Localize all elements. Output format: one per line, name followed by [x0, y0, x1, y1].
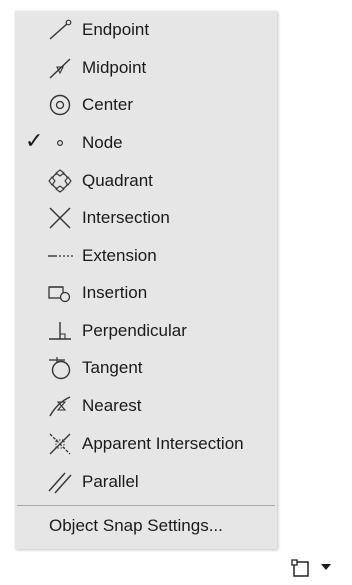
menu-item-label: Extension: [82, 246, 157, 265]
menu-separator: [17, 505, 275, 506]
midpoint-icon: [47, 55, 73, 81]
menu-item-nearest[interactable]: Nearest: [15, 387, 277, 424]
endpoint-icon: [47, 17, 73, 43]
node-icon: [47, 130, 73, 156]
menu-item-perpendicular[interactable]: Perpendicular: [15, 312, 277, 349]
tangent-icon: [47, 355, 73, 381]
insertion-icon: [47, 280, 73, 306]
menu-item-label: Insertion: [82, 283, 148, 302]
menu-item-label: Intersection: [82, 208, 170, 227]
menu-item-label: Object Snap Settings...: [49, 516, 223, 535]
menu-item-apparent-intersection[interactable]: Apparent Intersection: [15, 425, 277, 462]
check-mark-icon: ✓: [25, 129, 44, 154]
parallel-icon: [47, 469, 73, 495]
menu-item-label: Center: [82, 95, 134, 114]
menu-item-label: Perpendicular: [82, 321, 187, 340]
menu-item-label: Nearest: [82, 396, 142, 415]
object-snap-settings-item[interactable]: Object Snap Settings...: [15, 508, 277, 544]
nearest-icon: [47, 393, 73, 419]
menu-item-endpoint[interactable]: Endpoint: [15, 11, 277, 48]
menu-item-label: Midpoint: [82, 58, 147, 77]
quadrant-icon: [47, 168, 73, 194]
menu-item-parallel[interactable]: Parallel: [15, 463, 277, 500]
menu-item-quadrant[interactable]: Quadrant: [15, 162, 277, 199]
menu-item-label: Tangent: [82, 358, 143, 377]
menu-item-label: Node: [82, 133, 123, 152]
menu-item-center[interactable]: Center: [15, 86, 277, 123]
intersection-icon: [47, 205, 73, 231]
menu-item-label: Apparent Intersection: [82, 434, 244, 453]
menu-item-midpoint[interactable]: Midpoint: [15, 49, 277, 86]
menu-item-insertion[interactable]: Insertion: [15, 274, 277, 311]
menu-item-extension[interactable]: Extension: [15, 237, 277, 274]
object-snap-icon: [291, 558, 311, 578]
apparent-intersection-icon: [47, 431, 73, 457]
extension-icon: [47, 243, 73, 269]
center-icon: [47, 92, 73, 118]
perpendicular-icon: [47, 318, 73, 344]
chevron-down-icon[interactable]: [321, 564, 331, 570]
object-snap-menu: Endpoint Midpoint Center ✓ Node Quadrant: [15, 11, 277, 549]
menu-item-label: Endpoint: [82, 20, 150, 39]
menu-item-node[interactable]: ✓ Node: [15, 124, 277, 161]
menu-item-label: Quadrant: [82, 171, 153, 190]
object-snap-button[interactable]: [283, 551, 343, 583]
menu-item-label: Parallel: [82, 472, 139, 491]
menu-item-tangent[interactable]: Tangent: [15, 349, 277, 386]
menu-item-intersection[interactable]: Intersection: [15, 199, 277, 236]
